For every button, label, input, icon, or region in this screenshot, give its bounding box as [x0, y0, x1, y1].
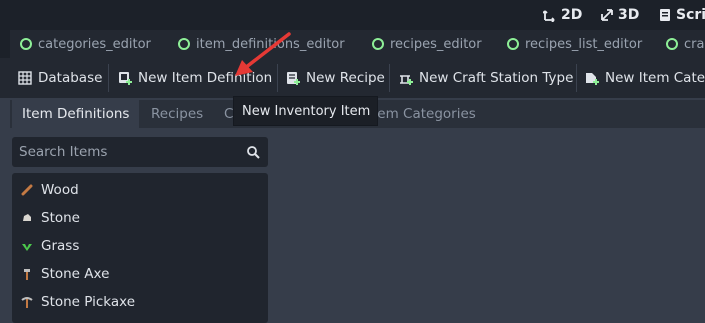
tooltip-text: New Inventory Item — [242, 103, 371, 119]
script-tab-craft-partial[interactable]: cra — [666, 30, 704, 58]
axe-icon — [24, 269, 30, 280]
list-item-stone-axe[interactable]: Stone Axe — [12, 260, 268, 288]
item-details-panel — [270, 128, 705, 315]
list-item-label: Stone Axe — [41, 266, 110, 282]
tab-recipes[interactable]: Recipes — [151, 100, 203, 128]
script-tab-categories-editor[interactable]: categories_editor — [20, 30, 151, 58]
new-item-category-button[interactable]: New Item Categ — [585, 58, 705, 98]
search-items-field[interactable]: Search Items — [12, 137, 268, 167]
search-icon — [247, 146, 260, 159]
list-item-label: Grass — [41, 238, 80, 254]
search-input[interactable]: Search Items — [19, 144, 107, 160]
script-view-label: Scri — [676, 7, 705, 23]
script-status-icon — [666, 38, 678, 50]
new-item-category-label: New Item Categ — [605, 70, 705, 86]
database-label: Database — [38, 70, 103, 86]
script-icon — [660, 9, 670, 21]
script-tab-label: cra — [684, 36, 705, 52]
new-craft-station-type-button[interactable]: New Craft Station Type — [399, 58, 573, 98]
new-item-icon — [119, 72, 132, 85]
3d-view-label: 3D — [618, 7, 640, 23]
list-item-stone-pickaxe[interactable]: Stone Pickaxe — [12, 288, 268, 316]
3d-view-icon — [601, 9, 613, 21]
annotation-arrow-icon — [235, 32, 291, 76]
script-tab-label: recipes_list_editor — [525, 36, 643, 52]
database-table-icon — [18, 71, 32, 85]
toolbar-divider — [108, 64, 109, 92]
list-item-grass[interactable]: Grass — [12, 232, 268, 260]
script-status-icon — [507, 38, 519, 50]
database-button[interactable]: Database — [18, 58, 102, 98]
grass-icon — [22, 244, 32, 251]
new-recipe-label: New Recipe — [306, 70, 385, 86]
script-tab-label: recipes_editor — [390, 36, 482, 52]
tab-item-definitions[interactable]: Item Definitions — [12, 100, 140, 128]
tab-label: Item Definitions — [22, 106, 130, 122]
tab-label: Recipes — [151, 106, 204, 122]
script-status-icon — [178, 38, 190, 50]
toolbar-divider — [389, 64, 390, 92]
2d-view-icon — [543, 10, 555, 22]
list-item-label: Wood — [41, 182, 79, 198]
script-tab-recipes-list-editor[interactable]: recipes_list_editor — [507, 30, 642, 58]
3d-view-button[interactable]: 3D — [600, 0, 639, 30]
pickaxe-icon — [21, 297, 33, 308]
list-item-label: Stone — [41, 210, 80, 226]
craft-station-icon — [400, 75, 413, 85]
wood-icon — [21, 184, 33, 196]
script-tab-recipes-editor[interactable]: recipes_editor — [372, 30, 482, 58]
script-status-icon — [20, 38, 32, 50]
tab-item-categories[interactable]: tem Categories — [372, 100, 476, 128]
tooltip: New Inventory Item — [233, 96, 378, 126]
new-category-icon — [586, 73, 599, 85]
script-tab-label: categories_editor — [38, 36, 151, 52]
script-status-icon — [372, 38, 384, 50]
stone-icon — [23, 214, 31, 221]
tab-label: tem Categories — [372, 106, 476, 122]
2d-view-label: 2D — [561, 7, 583, 23]
toolbar-divider — [576, 64, 577, 92]
new-craft-station-type-label: New Craft Station Type — [419, 70, 574, 86]
2d-view-button[interactable]: 2D — [543, 0, 582, 30]
list-item-label: Stone Pickaxe — [41, 294, 136, 310]
new-recipe-button[interactable]: New Recipe — [286, 58, 385, 98]
list-item-wood[interactable]: Wood — [12, 176, 268, 204]
script-view-button[interactable]: Scri — [658, 0, 705, 30]
list-item-stone[interactable]: Stone — [12, 204, 268, 232]
